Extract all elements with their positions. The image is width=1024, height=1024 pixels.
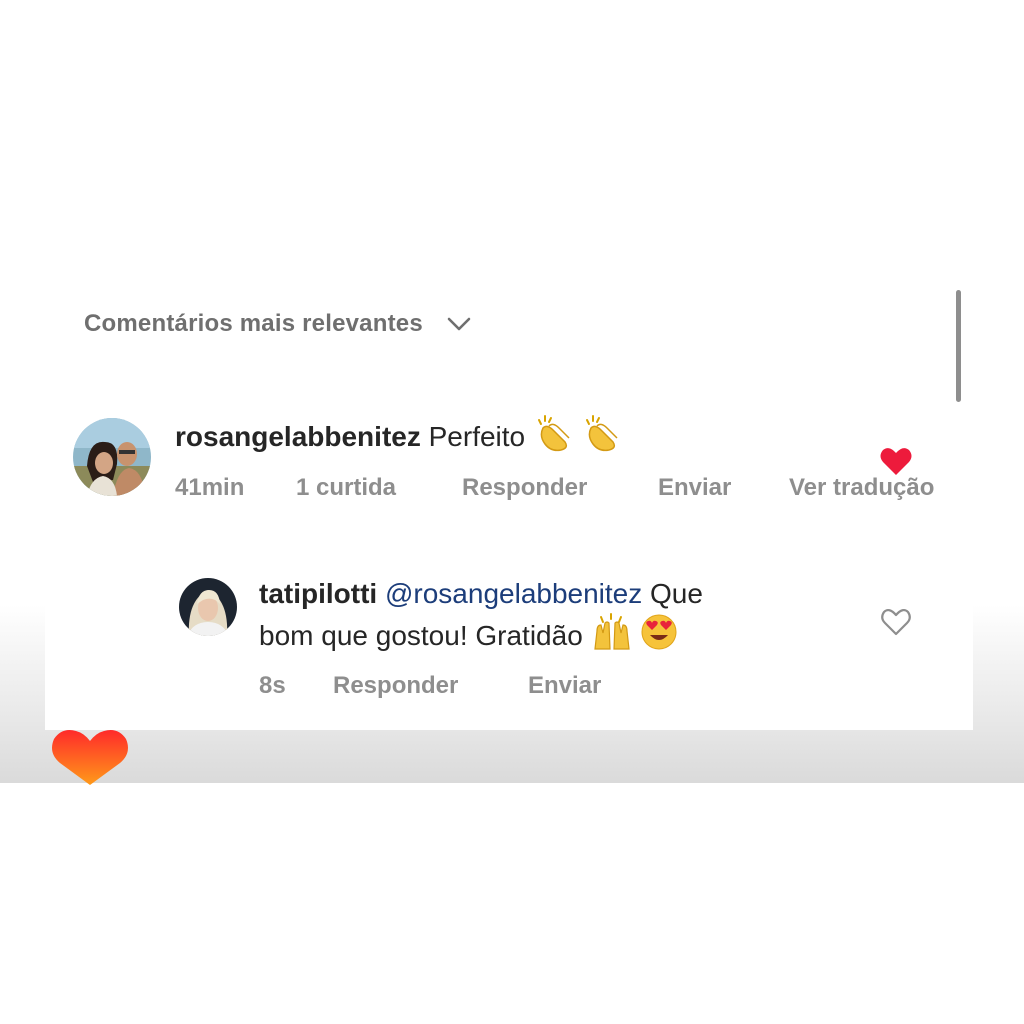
chevron-down-icon[interactable] [447, 312, 471, 336]
see-translation-button[interactable]: Ver tradução [789, 474, 934, 502]
clapping-hands-icon [581, 414, 621, 462]
sort-label: Comentários mais relevantes [84, 310, 423, 337]
reply-button[interactable]: Responder [462, 474, 658, 502]
reply-time: 8s [259, 672, 286, 699]
raising-hands-icon [591, 613, 633, 661]
comments-panel [45, 290, 973, 730]
comment-text: rosangelabbenitez Perfeito [175, 414, 621, 462]
reply-body-line1: Que [650, 578, 703, 609]
sort-dropdown[interactable]: Comentários mais relevantes [84, 310, 471, 338]
comment-username[interactable]: rosangelabbenitez [175, 421, 421, 452]
heart-eyes-emoji-icon [640, 613, 678, 661]
send-button[interactable]: Enviar [658, 474, 789, 502]
reply-text: tatipilotti @rosangelabbenitez Que bom q… [259, 575, 859, 661]
avatar[interactable] [179, 578, 237, 636]
reply-username[interactable]: tatipilotti [259, 578, 377, 609]
mention-link[interactable]: @rosangelabbenitez [385, 578, 642, 609]
like-heart-icon[interactable] [880, 606, 912, 638]
reply-body-line2: bom que gostou! Gratidão [259, 620, 583, 651]
likes-count[interactable]: 1 curtida [296, 474, 462, 502]
send-button[interactable]: Enviar [528, 672, 601, 700]
comment-meta: 41min 1 curtida Responder Enviar Ver tra… [175, 474, 934, 502]
instagram-comments-screen: Comentários mais relevantes rosangelabbe… [0, 0, 1024, 1024]
reply-button[interactable]: Responder [333, 672, 528, 700]
reply-meta: 8s Responder Enviar [259, 672, 601, 700]
clapping-hands-icon [533, 414, 573, 462]
heart-icon [880, 448, 912, 475]
avatar[interactable] [73, 418, 151, 496]
comment-body: Perfeito [428, 421, 526, 452]
comment-time: 41min [175, 474, 245, 501]
heart-icon [52, 730, 128, 785]
scrollbar[interactable] [956, 290, 961, 402]
